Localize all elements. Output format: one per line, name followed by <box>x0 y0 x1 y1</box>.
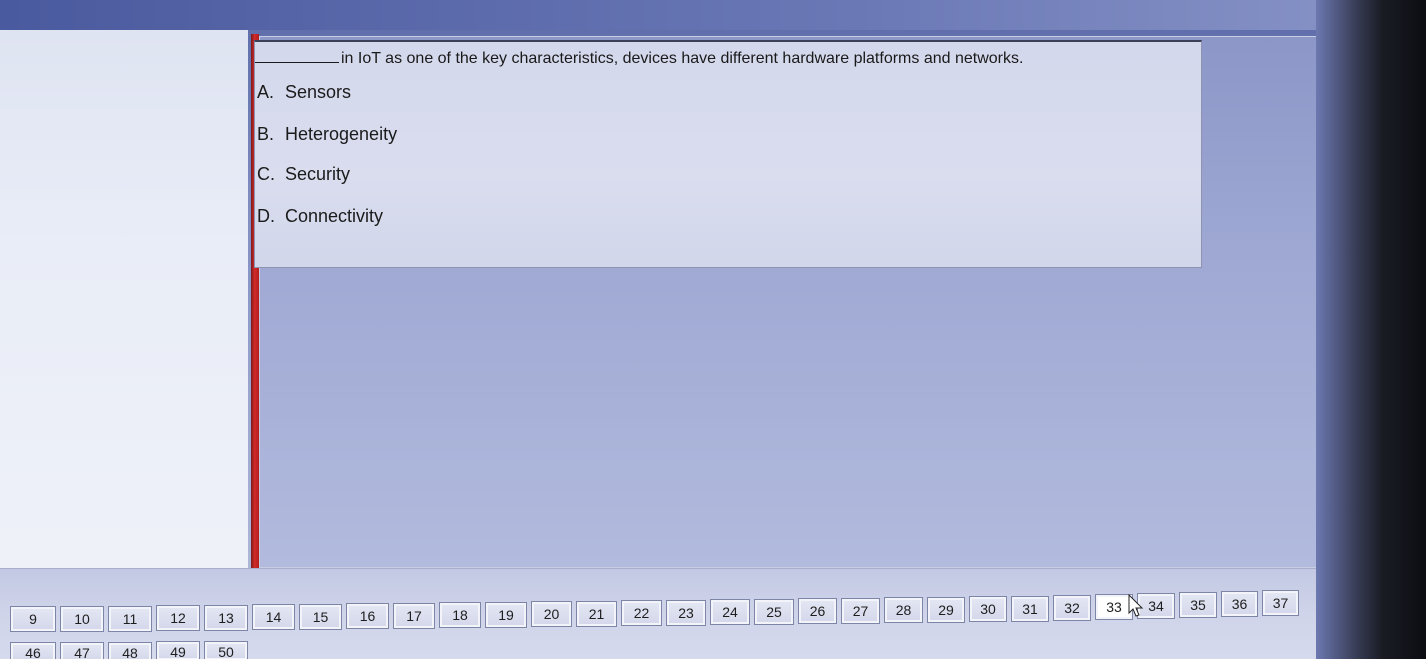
question-nav-button[interactable]: 28 <box>884 597 923 623</box>
screen-bezel <box>1316 0 1426 659</box>
option-label: Security <box>285 164 351 184</box>
question-nav-button[interactable]: 29 <box>927 597 965 623</box>
question-nav-button[interactable]: 16 <box>346 603 389 629</box>
option-label: Heterogeneity <box>285 124 398 144</box>
question-nav-button[interactable]: 11 <box>108 606 152 632</box>
question-nav-button[interactable]: 26 <box>798 598 837 624</box>
option-label: Connectivity <box>285 206 384 226</box>
question-text-body: in IoT as one of the key characteristics… <box>341 50 1024 67</box>
question-nav-button[interactable]: 18 <box>439 602 481 628</box>
option-letter: D. <box>257 206 275 226</box>
question-nav-button[interactable]: 17 <box>393 603 435 629</box>
question-nav-button[interactable]: 37 <box>1262 590 1299 616</box>
question-nav-button[interactable]: 24 <box>710 599 750 625</box>
window-top-strip <box>0 0 1426 30</box>
question-nav-button[interactable]: 13 <box>204 605 248 631</box>
question-nav-button[interactable]: 23 <box>666 600 706 626</box>
option-c[interactable]: C. Security <box>257 164 350 185</box>
question-nav-button[interactable]: 12 <box>156 605 200 631</box>
question-nav-button[interactable]: 9 <box>10 606 56 632</box>
option-letter: A. <box>257 82 275 102</box>
question-nav-button[interactable]: 27 <box>841 598 880 624</box>
question-nav-button[interactable]: 25 <box>754 599 794 625</box>
option-b[interactable]: B. Heterogeneity <box>257 124 397 145</box>
question-nav-button[interactable]: 30 <box>969 596 1007 622</box>
question-nav-button[interactable]: 31 <box>1011 596 1049 622</box>
question-nav-button[interactable]: 14 <box>252 604 295 630</box>
option-letter: C. <box>257 164 275 184</box>
answer-blank <box>255 48 339 63</box>
question-nav-button[interactable]: 10 <box>60 606 104 632</box>
option-letter: B. <box>257 124 275 144</box>
question-nav-button[interactable]: 36 <box>1221 591 1258 617</box>
question-nav-button[interactable]: 15 <box>299 604 342 630</box>
mouse-pointer-icon <box>1128 594 1144 617</box>
question-nav-button[interactable]: 48 <box>108 642 152 659</box>
question-nav-button[interactable]: 22 <box>621 600 662 626</box>
option-label: Sensors <box>285 82 352 102</box>
option-d[interactable]: D. Connectivity <box>257 206 383 227</box>
question-nav-button[interactable]: 46 <box>10 642 56 659</box>
option-a[interactable]: A. Sensors <box>257 82 351 103</box>
question-nav-button[interactable]: 47 <box>60 642 104 659</box>
question-text: in IoT as one of the key characteristics… <box>255 48 1195 68</box>
question-nav-button[interactable]: 35 <box>1179 592 1217 618</box>
left-panel <box>0 30 248 569</box>
question-nav-button[interactable]: 32 <box>1053 595 1091 621</box>
question-box: in IoT as one of the key characteristics… <box>254 40 1202 268</box>
question-nav-button[interactable]: 20 <box>531 601 572 627</box>
question-nav-button[interactable]: 19 <box>485 602 527 628</box>
question-nav-button[interactable]: 49 <box>156 641 200 659</box>
question-nav-button[interactable]: 50 <box>204 641 248 659</box>
question-nav-button[interactable]: 21 <box>576 601 617 627</box>
